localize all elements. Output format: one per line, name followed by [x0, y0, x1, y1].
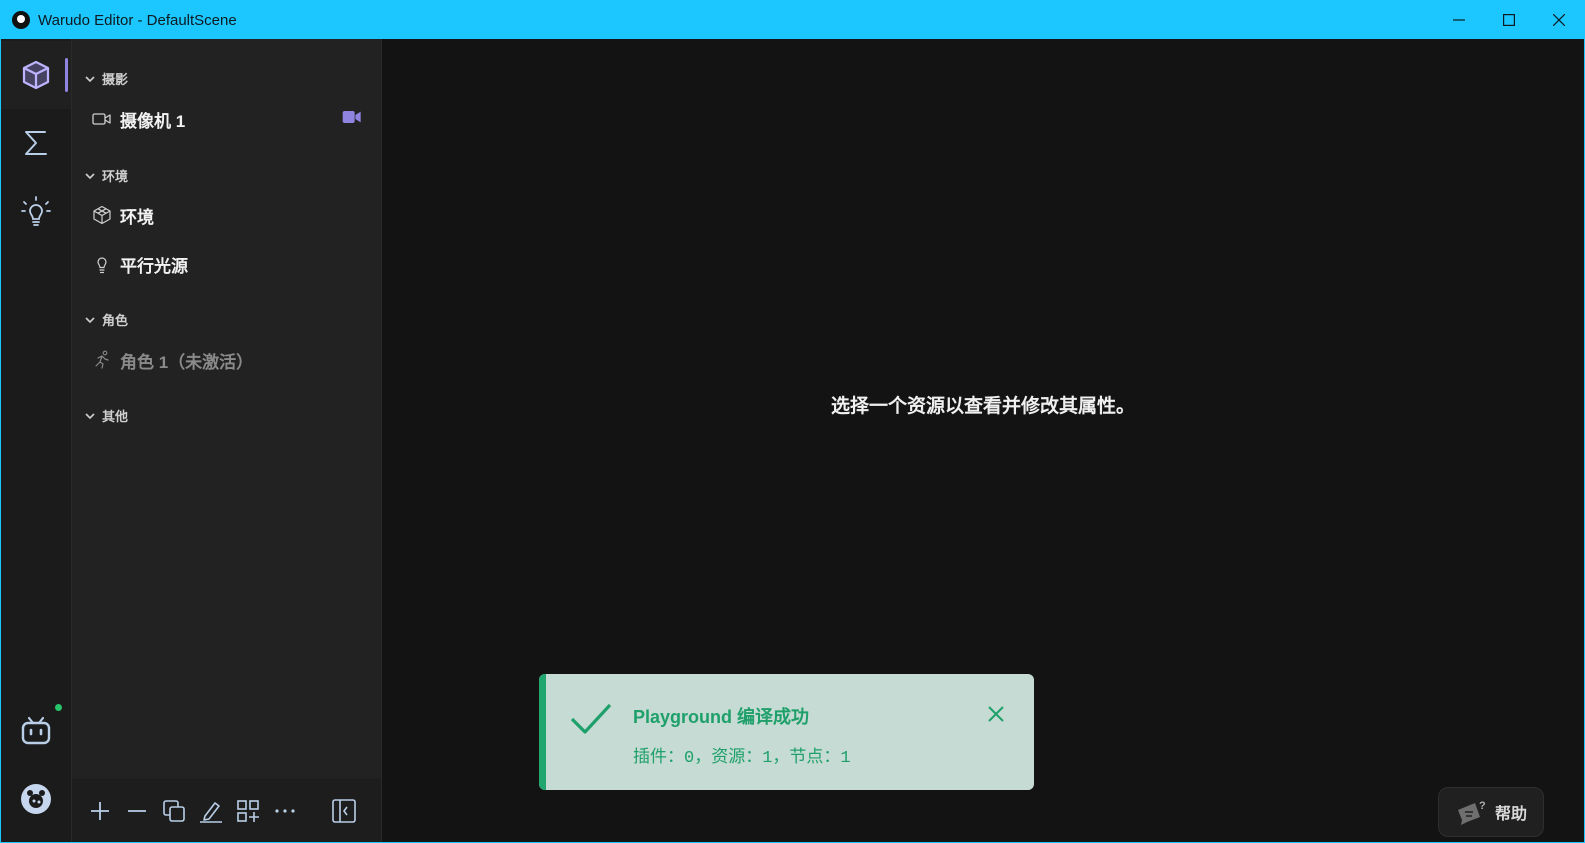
duplicate-asset-button[interactable]	[155, 791, 192, 831]
running-person-icon	[95, 350, 109, 369]
chevron-down-icon	[85, 172, 95, 179]
window-controls	[1434, 1, 1584, 39]
add-icon	[90, 801, 109, 820]
help-label: 帮助	[1494, 806, 1527, 823]
chevron-down-icon	[85, 412, 95, 419]
asset-directional-light[interactable]: 平行光源	[92, 248, 362, 280]
toast-title: Playground 编译成功	[633, 707, 810, 727]
add-grid-icon	[236, 799, 259, 822]
activity-blueprints[interactable]	[1, 109, 71, 177]
checkmark-icon	[570, 703, 612, 734]
cube-outline-icon	[93, 205, 111, 225]
bilibili-button[interactable]	[1, 697, 71, 765]
activity-bar	[1, 39, 72, 842]
activity-plugins[interactable]	[1, 177, 71, 245]
duplicate-icon	[162, 799, 185, 822]
add-asset-button[interactable]	[81, 791, 118, 831]
app-window: Warudo Editor - DefaultScene 摄影 摄像机 1 环境…	[0, 0, 1585, 843]
live-camera-icon	[342, 111, 361, 123]
section-other[interactable]: 其他	[84, 406, 128, 425]
window-title: Warudo Editor - DefaultScene	[38, 11, 237, 29]
rename-icon	[199, 801, 222, 823]
asset-character-1[interactable]: 角色 1（未激活）	[92, 344, 362, 376]
svg-text:?: ?	[1479, 800, 1486, 812]
bulb-icon	[97, 257, 107, 274]
warudo-logo-icon	[12, 11, 30, 29]
maximize-button[interactable]	[1484, 1, 1534, 39]
asset-environment[interactable]: 环境	[92, 199, 362, 231]
toast-accent-bar	[539, 674, 546, 790]
chevron-down-icon	[85, 75, 95, 82]
warudo-menu-button[interactable]	[1, 765, 71, 833]
asset-label: 环境	[120, 207, 154, 227]
close-icon	[1553, 14, 1565, 26]
minimize-button[interactable]	[1434, 1, 1484, 39]
cube-icon	[22, 60, 50, 90]
remove-icon	[127, 809, 146, 812]
section-characters[interactable]: 角色	[84, 310, 128, 329]
asset-label: 摄像机 1	[120, 111, 186, 131]
rename-asset-button[interactable]	[192, 791, 229, 831]
help-chat-icon: ?	[1457, 800, 1486, 825]
empty-state-message: 选择一个资源以查看并修改其属性。	[830, 396, 1135, 417]
maximize-icon	[1503, 14, 1515, 26]
help-button[interactable]: ? 帮助	[1438, 787, 1544, 837]
section-label: 其他	[102, 409, 129, 424]
section-environment[interactable]: 环境	[84, 166, 128, 185]
asset-camera-1[interactable]: 摄像机 1	[92, 103, 362, 135]
section-photography[interactable]: 摄影	[84, 69, 128, 88]
main-content: 选择一个资源以查看并修改其属性。 Playground 编译成功 插件：0，资源…	[382, 39, 1584, 842]
notification-dot	[55, 704, 62, 711]
section-label: 角色	[102, 313, 129, 328]
tv-robot-icon	[21, 716, 51, 745]
minimize-icon	[1453, 19, 1465, 21]
close-button[interactable]	[1534, 1, 1584, 39]
section-label: 环境	[102, 169, 129, 184]
success-toast: Playground 编译成功 插件：0，资源：1，节点：1	[539, 674, 1034, 790]
camera-icon	[92, 113, 111, 125]
asset-toolbar	[72, 779, 381, 842]
asset-label: 平行光源	[120, 256, 188, 276]
activity-assets[interactable]	[1, 41, 71, 109]
remove-asset-button[interactable]	[118, 791, 155, 831]
warudo-logo-icon	[21, 784, 51, 814]
collapse-panel-button[interactable]	[325, 791, 362, 831]
toast-body: 插件：0，资源：1，节点：1	[633, 749, 851, 768]
asset-panel: 摄影 摄像机 1 环境 环境 平行光源 角色 角色 1（未激活） 其他	[72, 39, 382, 842]
close-icon[interactable]	[986, 704, 1006, 724]
collapse-panel-icon	[331, 798, 356, 823]
sigma-icon	[25, 131, 47, 155]
add-grid-button[interactable]	[229, 791, 266, 831]
chevron-down-icon	[85, 316, 95, 323]
asset-label: 角色 1（未激活）	[120, 352, 254, 372]
more-icon	[274, 808, 295, 813]
more-options-button[interactable]	[266, 791, 303, 831]
title-bar[interactable]: Warudo Editor - DefaultScene	[1, 1, 1584, 39]
section-label: 摄影	[102, 72, 129, 87]
lightbulb-icon	[21, 196, 51, 226]
